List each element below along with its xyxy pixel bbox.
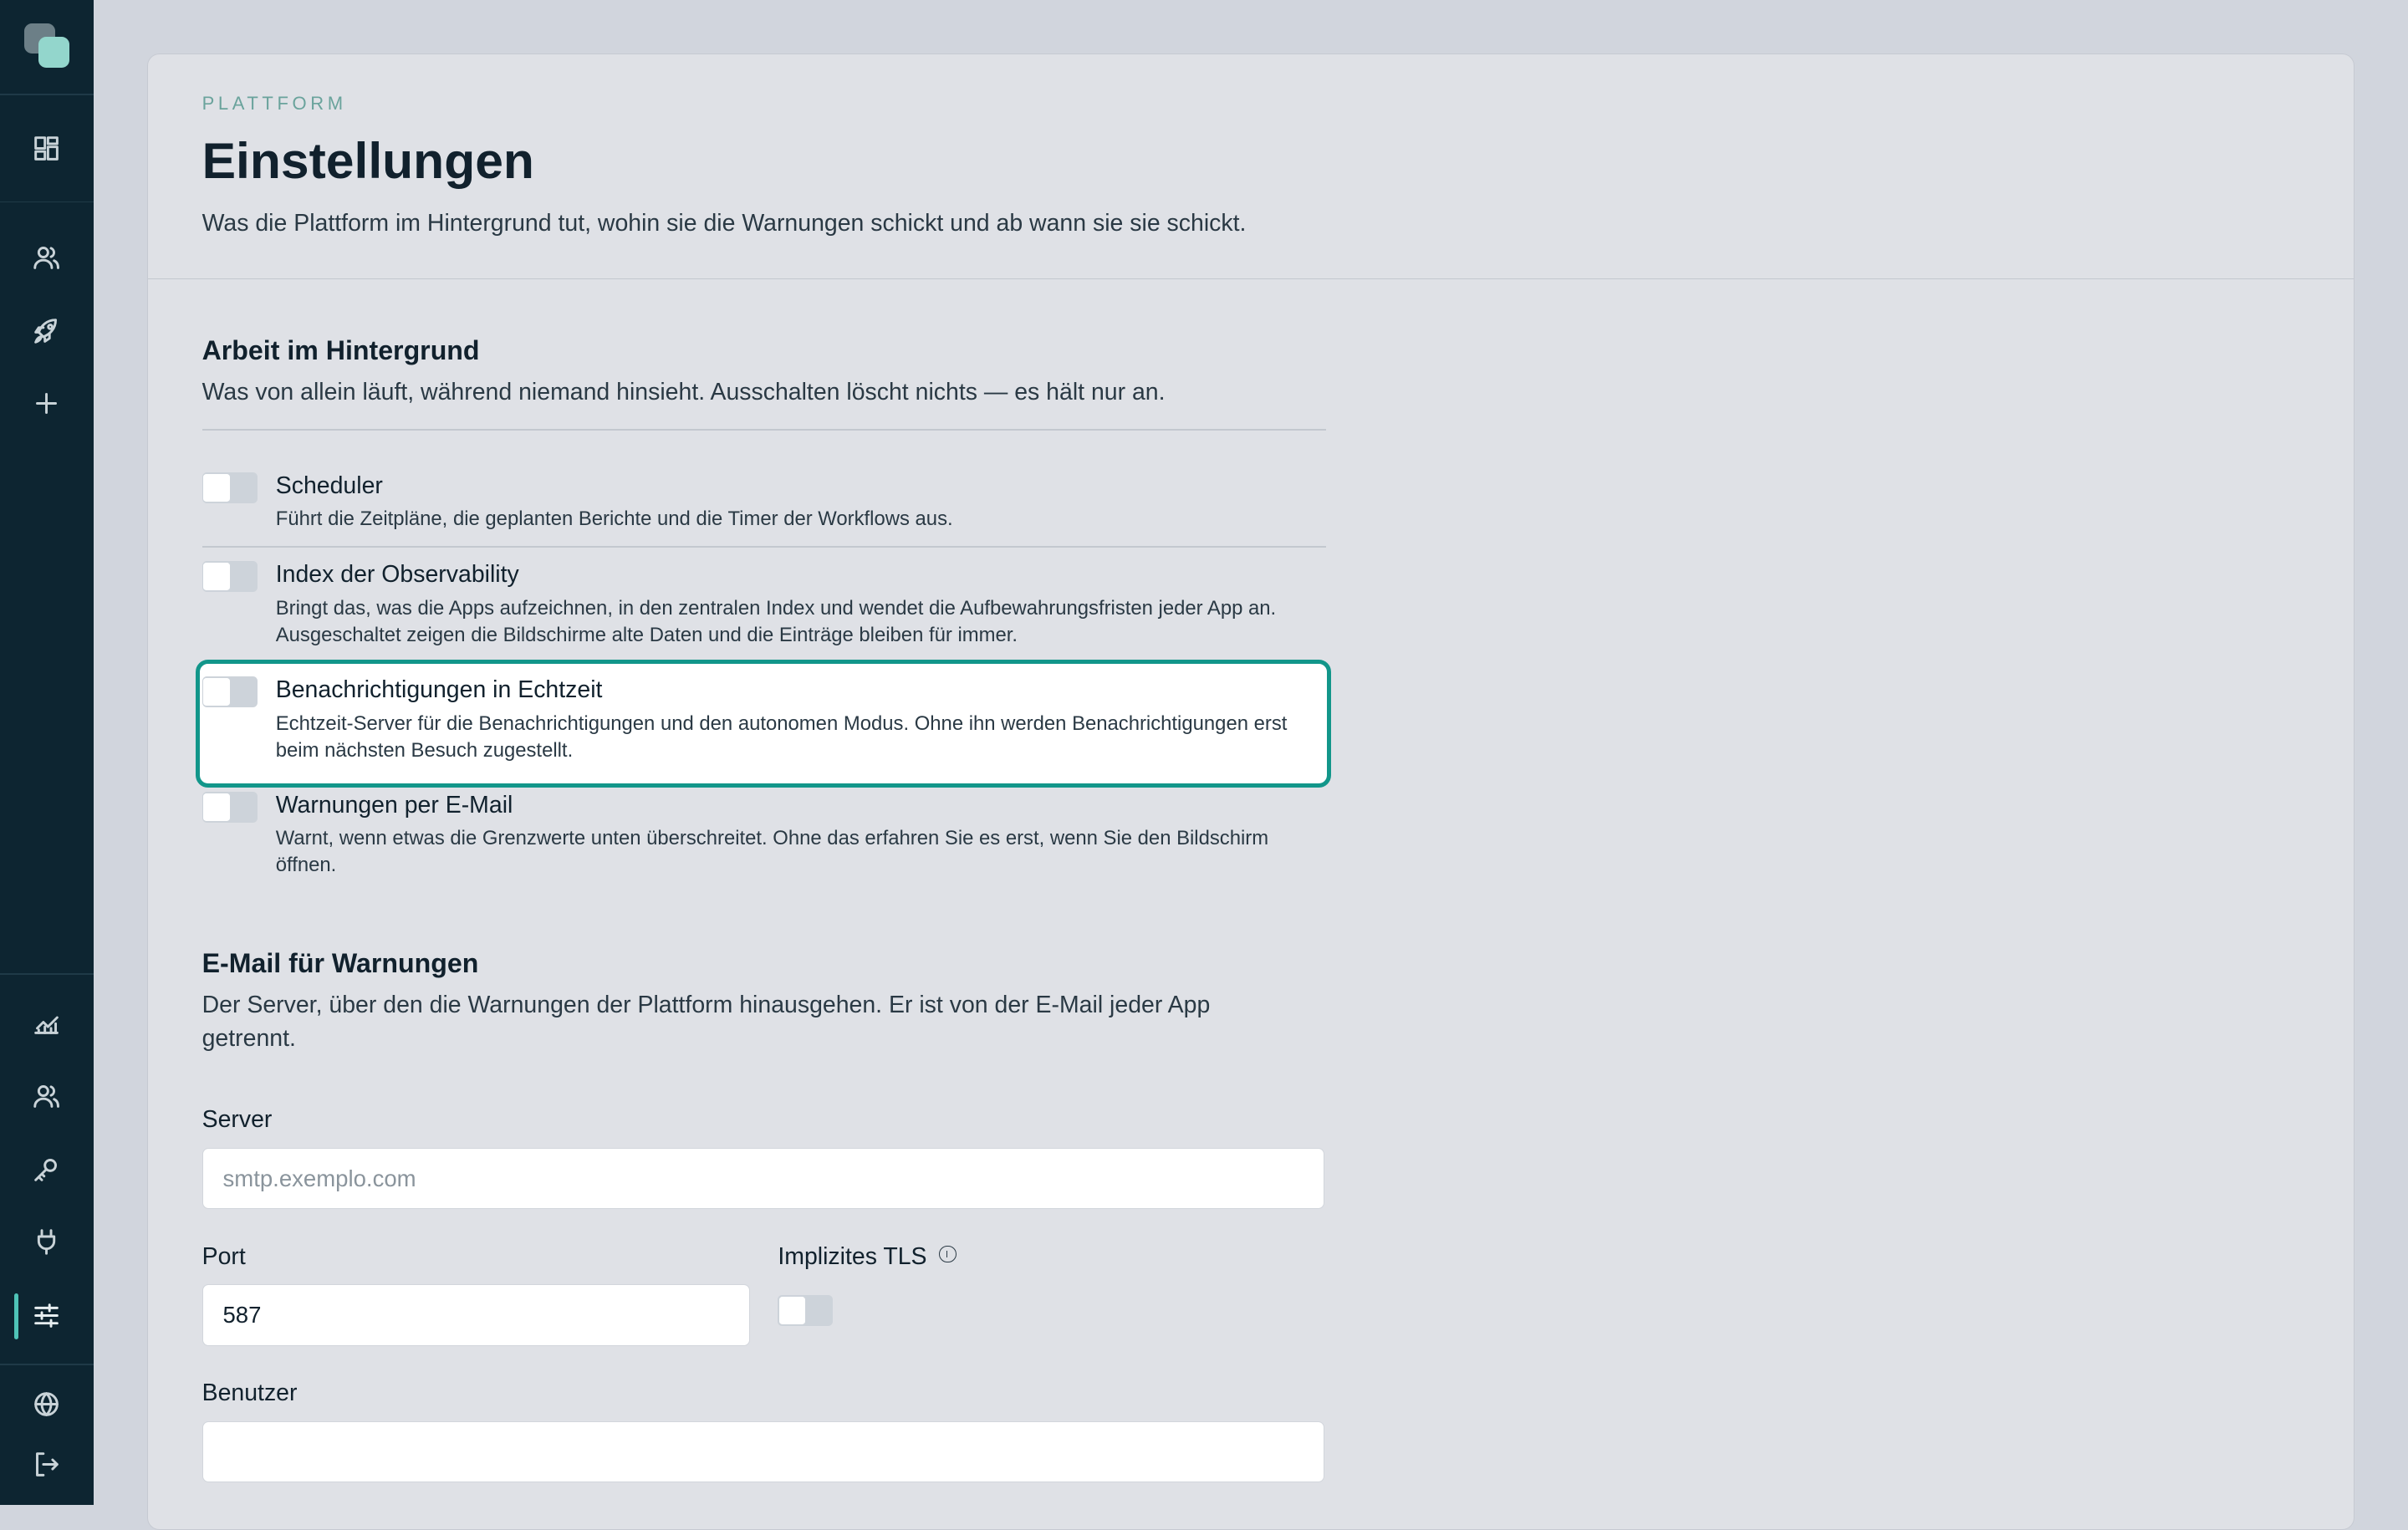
app-logo[interactable] xyxy=(24,23,70,69)
server-input[interactable] xyxy=(202,1148,1325,1210)
plug-icon[interactable] xyxy=(22,1216,73,1267)
implicit-tls-label-text: Implizites TLS xyxy=(778,1242,927,1270)
page-subtitle: Was die Plattform im Hintergrund tut, wo… xyxy=(202,209,1247,237)
sidebar-divider xyxy=(0,94,94,95)
sidebar xyxy=(0,0,94,1505)
background-section-description: Was von allein läuft, während niemand hi… xyxy=(202,379,1166,406)
page-title: Einstellungen xyxy=(202,132,534,190)
observability-index-toggle[interactable] xyxy=(202,561,258,593)
scheduler-toggle[interactable] xyxy=(202,472,258,503)
active-indicator xyxy=(13,1293,19,1339)
setting-description: Echtzeit-Server für die Benachrichtigung… xyxy=(275,711,1288,762)
user-label: Benutzer xyxy=(202,1380,298,1407)
setting-description: Führt die Zeitpläne, die geplanten Beric… xyxy=(275,507,953,531)
implicit-tls-label: Implizites TLS xyxy=(778,1242,957,1271)
sidebar-divider xyxy=(0,201,94,203)
sidebar-divider xyxy=(0,1363,94,1365)
key-icon[interactable] xyxy=(22,1144,73,1195)
setting-description: Bringt das, was die Apps aufzeichnen, in… xyxy=(275,596,1277,646)
users-icon[interactable] xyxy=(22,232,73,283)
section-divider xyxy=(202,429,1327,431)
dashboard-icon[interactable] xyxy=(22,123,73,174)
email-section-description: Der Server, über den die Warnungen der P… xyxy=(202,991,1211,1053)
setting-label: Benachrichtigungen in Echtzeit xyxy=(275,676,603,704)
settings-panel: PLATTFORM Einstellungen Was die Plattfor… xyxy=(147,54,2354,1530)
setting-label: Index der Observability xyxy=(275,561,519,589)
setting-label: Scheduler xyxy=(275,472,383,499)
sidebar-divider xyxy=(0,973,94,976)
analytics-icon[interactable] xyxy=(22,997,73,1048)
page-eyebrow: PLATTFORM xyxy=(202,93,347,115)
plus-icon[interactable] xyxy=(22,378,73,429)
info-icon[interactable] xyxy=(939,1245,957,1263)
row-divider xyxy=(202,546,1327,548)
page-header: PLATTFORM Einstellungen Was die Plattfor… xyxy=(148,54,2354,280)
sliders-icon[interactable] xyxy=(22,1290,73,1341)
port-label: Port xyxy=(202,1242,246,1270)
globe-icon[interactable] xyxy=(22,1379,73,1430)
background-section-title: Arbeit im Hintergrund xyxy=(202,335,480,366)
team-icon[interactable] xyxy=(22,1070,73,1121)
port-input[interactable] xyxy=(202,1284,751,1346)
rocket-icon[interactable] xyxy=(22,306,73,357)
setting-description: Warnt, wenn etwas die Grenzwerte unten ü… xyxy=(275,827,1269,877)
setting-label: Warnungen per E-Mail xyxy=(275,791,513,819)
user-input[interactable] xyxy=(202,1420,1325,1483)
implicit-tls-toggle[interactable] xyxy=(778,1295,834,1327)
email-warnings-toggle[interactable] xyxy=(202,791,258,823)
realtime-notifications-toggle[interactable] xyxy=(202,676,258,707)
email-section-title: E-Mail für Warnungen xyxy=(202,948,479,979)
server-label: Server xyxy=(202,1106,273,1134)
logout-icon[interactable] xyxy=(22,1439,73,1490)
